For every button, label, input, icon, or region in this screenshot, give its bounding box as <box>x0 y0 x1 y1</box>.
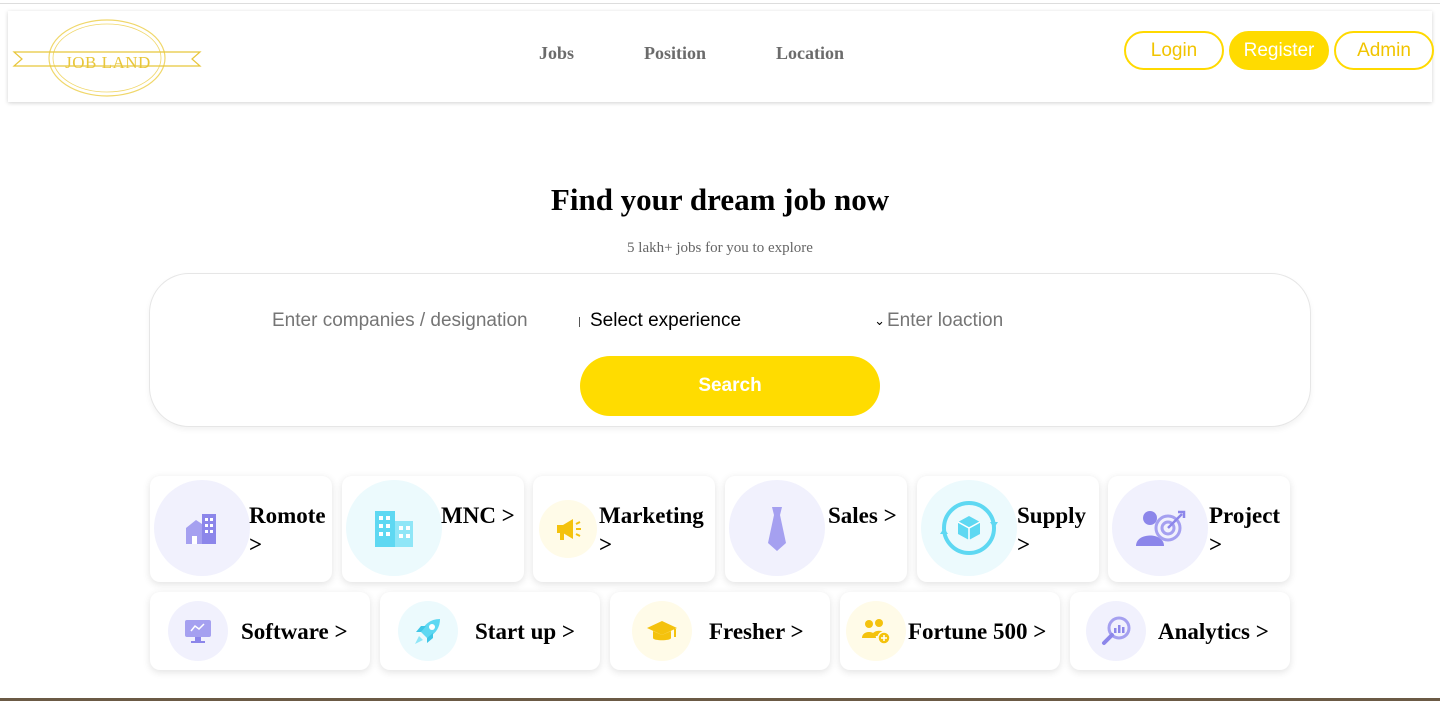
category-label: Supply > <box>1017 503 1087 557</box>
category-label: Project > <box>1209 503 1281 557</box>
category-card-project[interactable]: Project > <box>1108 476 1290 582</box>
search-panel: Select experience ⌄ Search <box>149 273 1311 427</box>
category-card-sales[interactable]: Sales > <box>725 476 907 582</box>
company-designation-input[interactable] <box>272 307 562 335</box>
category-card-startup[interactable]: Start up > <box>380 592 600 670</box>
category-label: Romote > <box>249 503 326 557</box>
megaphone-icon <box>557 519 581 540</box>
team-icon <box>862 619 891 645</box>
nav-link-location[interactable]: Location <box>776 43 844 64</box>
category-icon-bg <box>1086 601 1146 661</box>
nav-link-jobs[interactable]: Jobs <box>539 43 574 64</box>
tie-icon <box>768 507 786 551</box>
field-separator <box>579 317 580 327</box>
category-icon-bg <box>154 480 250 576</box>
navbar: JOB LAND Jobs Position Location Login Re… <box>8 11 1434 102</box>
register-button[interactable]: Register <box>1229 31 1329 70</box>
chevron-down-icon: ⌄ <box>874 313 885 328</box>
main-nav: Jobs Position Location <box>539 43 914 64</box>
monitor-icon <box>185 620 211 643</box>
category-label: Analytics > <box>1158 619 1269 644</box>
category-card-supply[interactable]: Supply > <box>917 476 1099 582</box>
category-card-fortune500[interactable]: Fortune 500 > <box>840 592 1060 670</box>
category-label: Software > <box>241 619 348 644</box>
target-person-icon <box>1136 510 1186 546</box>
category-label: Fresher > <box>709 619 804 644</box>
location-input[interactable] <box>887 307 1187 335</box>
supply-cycle-icon <box>940 501 998 555</box>
admin-button[interactable]: Admin <box>1334 31 1434 70</box>
logo-text: JOB LAND <box>65 53 151 72</box>
experience-select[interactable]: Select experience ⌄ <box>590 307 885 335</box>
category-label: Start up > <box>475 619 576 644</box>
category-card-analytics[interactable]: Analytics > <box>1070 592 1290 670</box>
rocket-icon <box>415 619 440 644</box>
logo[interactable]: JOB LAND <box>12 17 202 99</box>
category-icon-bg <box>398 601 458 661</box>
magnifier-chart-icon <box>1102 616 1131 645</box>
office-tower-icon <box>375 511 413 547</box>
category-icon-bg <box>1112 480 1208 576</box>
page-subtitle: 5 lakh+ jobs for you to explore <box>627 240 813 256</box>
nav-link-position[interactable]: Position <box>644 43 706 64</box>
auth-buttons: Login Register Admin <box>1124 31 1434 70</box>
category-icon-bg <box>846 601 906 661</box>
category-label: MNC > <box>441 503 515 528</box>
category-card-mnc[interactable]: MNC > <box>342 476 524 582</box>
category-card-marketing[interactable]: Marketing > <box>533 476 715 582</box>
top-divider <box>0 3 1440 4</box>
category-icon-bg <box>921 480 1017 576</box>
building-icon <box>186 514 216 544</box>
experience-select-value: Select experience <box>590 310 742 331</box>
category-label: Fortune 500 > <box>908 619 1047 644</box>
graduation-cap-icon <box>647 621 677 641</box>
category-icon-bg <box>632 601 692 661</box>
category-label: Sales > <box>828 503 897 528</box>
login-button[interactable]: Login <box>1124 31 1224 70</box>
category-icon-bg <box>346 480 442 576</box>
category-icon-bg <box>539 500 597 558</box>
category-icon-bg <box>168 601 228 661</box>
category-label: Marketing > <box>599 503 704 557</box>
category-card-fresher[interactable]: Fresher > <box>610 592 830 670</box>
category-card-software[interactable]: Software > <box>150 592 370 670</box>
category-card-remote[interactable]: Romote > <box>150 476 332 582</box>
search-button[interactable]: Search <box>580 356 880 416</box>
page-title: Find your dream job now <box>550 182 890 217</box>
category-icon-bg <box>729 480 825 576</box>
